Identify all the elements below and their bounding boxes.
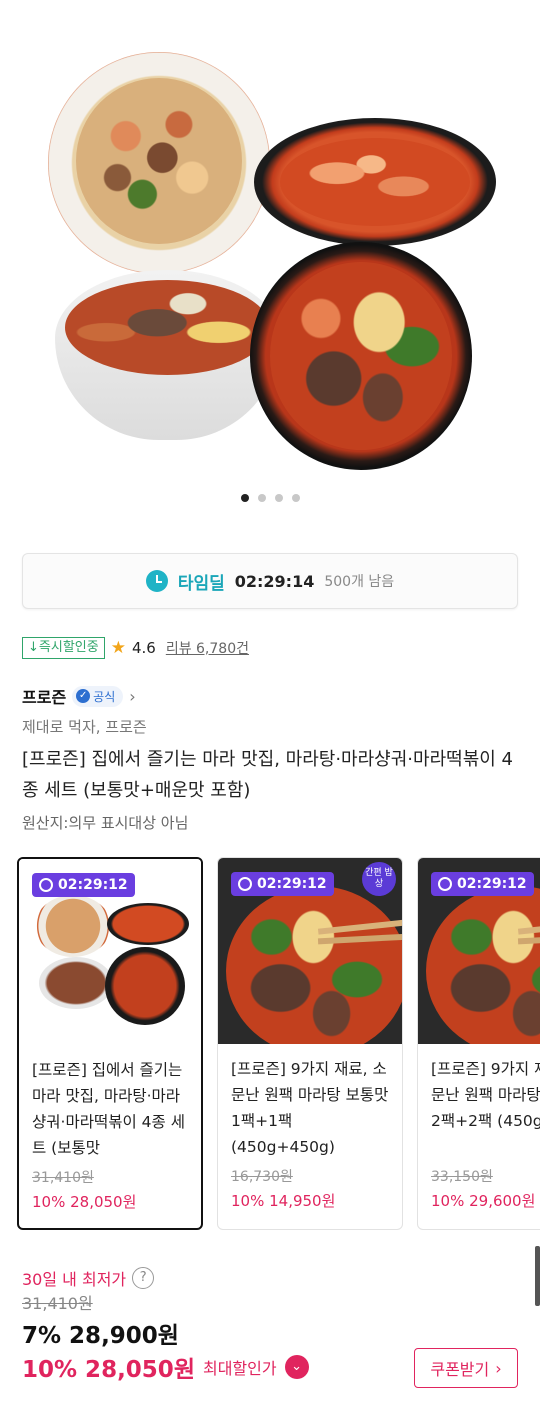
mala-tteokbokki-bowl-image: [254, 118, 496, 246]
option-card-sale-price: 10% 28,050원: [32, 1193, 137, 1211]
max-discount-row[interactable]: 10% 28,050원 최대할인가 ⌄: [22, 1350, 309, 1384]
option-card-original-price: 16,730원: [231, 1169, 293, 1185]
chevron-right-icon: ›: [129, 686, 136, 706]
option-card[interactable]: 간편 밥상 02:29:12 [프로즌] 9가지 재료, 소문난 원팩 마라탕 …: [217, 857, 403, 1230]
alarm-clock-icon: [238, 877, 252, 891]
chevron-down-icon: ⌄: [284, 1355, 309, 1379]
timer-badge-text: 02:29:12: [257, 876, 327, 892]
star-icon: ★: [110, 638, 126, 658]
alarm-clock-icon: [145, 570, 168, 592]
rating-score: 4.6: [131, 639, 156, 657]
brand-store-link[interactable]: 프로즌 ✓ 공식 ›: [22, 684, 136, 708]
get-coupon-button[interactable]: 쿠폰받기 ›: [414, 1348, 518, 1388]
malatang-mild-bowl-image: [55, 270, 280, 440]
brand-slogan: 제대로 먹자, 프로즌: [22, 718, 147, 736]
mala-xiangguo-plate-image: [48, 52, 270, 274]
max-discount-label: 최대할인가: [202, 1359, 277, 1378]
option-card-carousel[interactable]: 02:29:12 [프로즌] 집에서 즐기는 마라 맛집, 마라탕·마라샹궈·마…: [17, 857, 540, 1232]
product-hero-image[interactable]: [0, 0, 540, 480]
gallery-dot[interactable]: [291, 494, 300, 502]
timer-badge: 02:29:12: [231, 872, 334, 896]
option-card-original-price: 33,150원: [431, 1169, 493, 1185]
verified-check-icon: ✓: [76, 689, 91, 703]
timedeal-remaining: 500개 남음: [324, 574, 395, 590]
option-card[interactable]: 02:29:12 [프로즌] 집에서 즐기는 마라 맛집, 마라탕·마라샹궈·마…: [17, 857, 203, 1230]
current-price: 7% 28,900원: [22, 1323, 179, 1349]
product-title: [프로즌] 집에서 즐기는 마라 맛집, 마라탕·마라샹궈·마라떡볶이 4종 세…: [22, 749, 513, 801]
max-discount-price: 10% 28,050원: [22, 1357, 195, 1383]
malatang-spicy-bowl-image: [250, 242, 472, 470]
get-coupon-label: 쿠폰받기: [430, 1360, 490, 1379]
rating-row: ↓즉시할인중 ★ 4.6 리뷰 6,780건: [22, 636, 249, 660]
instant-discount-badge: ↓즉시할인중: [22, 637, 105, 659]
gallery-pagination: [0, 494, 540, 502]
option-card-sale-price: 10% 14,950원: [231, 1192, 336, 1210]
timer-badge: 02:29:12: [32, 873, 135, 897]
chevron-right-icon: ›: [495, 1358, 502, 1378]
lowest-price-label: 30일 내 최저가: [22, 1270, 127, 1289]
timedeal-label: 타임딜: [177, 573, 225, 594]
alarm-clock-icon: [39, 878, 53, 892]
gallery-dot[interactable]: [257, 494, 266, 502]
lowest-price-30d: 30일 내 최저가 ?: [22, 1266, 155, 1290]
option-card-name: [프로즌] 9가지 재료, 소문난 원팩 마라탕 보통맛 2팩+2팩 (450g…: [431, 1060, 540, 1130]
gallery-dot[interactable]: [274, 494, 283, 502]
alarm-clock-icon: [438, 877, 452, 891]
timer-badge-text: 02:29:12: [457, 876, 527, 892]
review-count-link[interactable]: 리뷰 6,780건: [166, 638, 249, 658]
help-question-icon[interactable]: ?: [132, 1267, 155, 1289]
option-card-sale-price: 10% 29,600원: [431, 1192, 536, 1210]
timer-badge-text: 02:29:12: [58, 877, 128, 893]
timer-badge: 02:29:12: [431, 872, 534, 896]
option-card[interactable]: 02:29:12 [프로즌] 9가지 재료, 소문난 원팩 마라탕 보통맛 2팩…: [417, 857, 540, 1230]
official-label: 공식: [93, 689, 116, 704]
simple-meal-badge: 간편 밥상: [362, 862, 396, 896]
timedeal-countdown: 02:29:14: [234, 571, 315, 591]
gallery-dot[interactable]: [240, 494, 249, 502]
original-price: 31,410원: [22, 1294, 93, 1313]
timedeal-banner: 타임딜 02:29:14 500개 남음: [22, 553, 518, 609]
official-badge: ✓ 공식: [72, 685, 124, 707]
option-card-original-price: 31,410원: [32, 1170, 94, 1186]
brand-name: 프로즌: [22, 688, 67, 707]
scrollbar[interactable]: [535, 1246, 540, 1306]
option-card-name: [프로즌] 9가지 재료, 소문난 원팩 마라탕 보통맛 1팩+1팩 (450g…: [231, 1060, 389, 1156]
origin-info: 원산지:의무 표시대상 아님: [22, 814, 189, 832]
option-card-name: [프로즌] 집에서 즐기는 마라 맛집, 마라탕·마라샹궈·마라떡볶이 4종 세…: [32, 1061, 185, 1157]
